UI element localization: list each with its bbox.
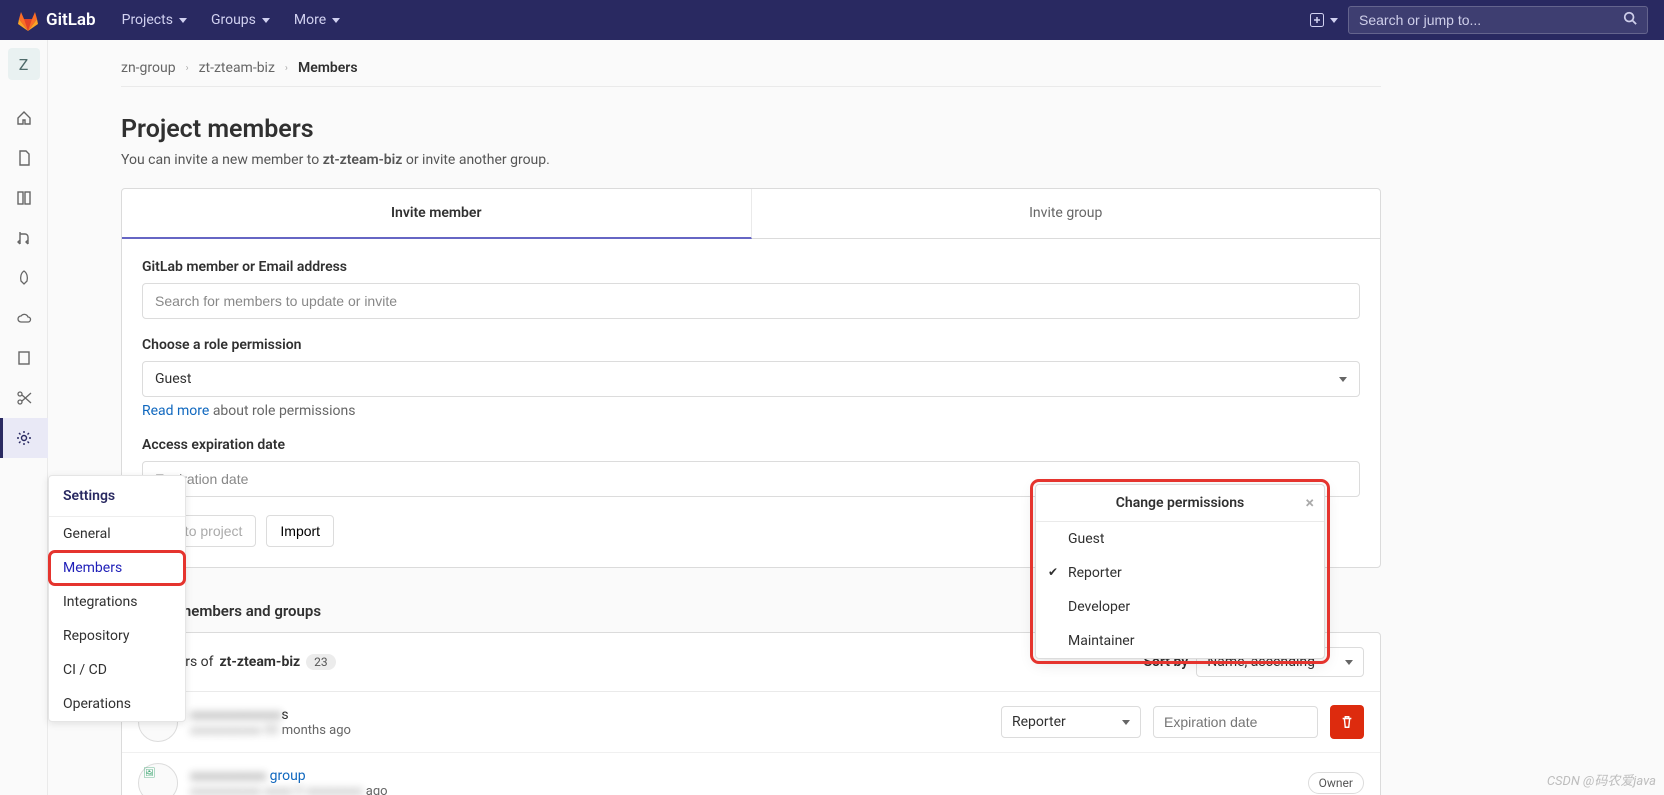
- count-badge: 23: [306, 654, 336, 670]
- watermark: CSDN @码农爱java: [1547, 770, 1656, 789]
- member-role-select[interactable]: Reporter: [1001, 706, 1141, 738]
- breadcrumb-current: Members: [298, 60, 358, 76]
- chevron-down-icon: [1122, 720, 1130, 725]
- perm-option-developer[interactable]: Developer: [1036, 590, 1324, 624]
- perm-option-guest[interactable]: Guest: [1036, 522, 1324, 556]
- readmore-link[interactable]: Read more: [142, 403, 209, 419]
- remove-member-button[interactable]: [1330, 705, 1364, 739]
- breadcrumb-item[interactable]: zt-zteam-biz: [199, 60, 275, 76]
- cloud-icon: [16, 310, 32, 326]
- flyout-item-operations[interactable]: Operations: [49, 687, 185, 721]
- member-expiration-input[interactable]: [1153, 706, 1318, 738]
- rail-wiki[interactable]: [0, 338, 48, 378]
- search-input[interactable]: [1359, 12, 1623, 28]
- gitlab-icon: [16, 8, 40, 32]
- gear-icon: [16, 430, 32, 446]
- role-select[interactable]: Guest: [142, 361, 1360, 397]
- flyout-title[interactable]: Settings: [49, 476, 185, 517]
- nav-links: Projects Groups More: [112, 6, 351, 34]
- search-icon: [1623, 11, 1637, 29]
- rail-settings[interactable]: [0, 418, 48, 458]
- tabs: Invite member Invite group: [122, 189, 1380, 239]
- close-icon[interactable]: ×: [1306, 493, 1315, 512]
- global-search[interactable]: [1348, 6, 1648, 34]
- issues-icon: [16, 190, 32, 206]
- member-row: 🖼 aaaaaaaaaa group aaaaaaaaaa aaaa 0 aaa…: [122, 753, 1380, 795]
- breadcrumbs: zn-group › zt-zteam-biz › Members: [121, 40, 1381, 87]
- member-field-label: GitLab member or Email address: [142, 259, 1360, 275]
- chevron-down-icon: [1339, 377, 1347, 382]
- home-icon: [16, 110, 32, 126]
- owner-badge: Owner: [1308, 772, 1364, 794]
- popup-title: Change permissions ×: [1036, 485, 1324, 522]
- rail-merge-requests[interactable]: [0, 218, 48, 258]
- merge-icon: [16, 230, 32, 246]
- nav-groups[interactable]: Groups: [201, 6, 280, 34]
- rail-ci-cd[interactable]: [0, 258, 48, 298]
- settings-flyout: Settings General Members Integrations Re…: [48, 475, 186, 722]
- page-title: Project members: [121, 115, 1381, 144]
- chevron-down-icon: [1330, 18, 1338, 23]
- change-permissions-popup: Change permissions × Guest Reporter Deve…: [1035, 484, 1325, 659]
- rail-repository[interactable]: [0, 138, 48, 178]
- import-button[interactable]: Import: [266, 515, 334, 547]
- flyout-item-repository[interactable]: Repository: [49, 619, 185, 653]
- new-dropdown[interactable]: [1300, 13, 1348, 27]
- page-subtitle: You can invite a new member to zt-zteam-…: [121, 152, 1381, 168]
- flyout-item-ci-cd[interactable]: CI / CD: [49, 653, 185, 687]
- readmore-line: Read more about role permissions: [142, 403, 1360, 419]
- book-icon: [16, 350, 32, 366]
- perm-option-reporter[interactable]: Reporter: [1036, 556, 1324, 590]
- group-link[interactable]: group: [270, 768, 306, 784]
- chevron-down-icon: [1345, 660, 1353, 665]
- document-icon: [16, 150, 32, 166]
- perm-option-maintainer[interactable]: Maintainer: [1036, 624, 1324, 658]
- brand-text: GitLab: [46, 10, 96, 30]
- project-avatar[interactable]: Z: [8, 48, 40, 80]
- plus-square-icon: [1310, 13, 1324, 27]
- expiration-field-label: Access expiration date: [142, 437, 1360, 453]
- chevron-down-icon: [262, 18, 270, 23]
- rocket-icon: [16, 270, 32, 286]
- tab-invite-member[interactable]: Invite member: [122, 189, 752, 239]
- scissors-icon: [16, 390, 32, 406]
- chevron-right-icon: ›: [186, 63, 189, 74]
- member-info: aaaaaaaaaaaas aaaaaaaaaa 00 months ago: [190, 707, 351, 738]
- role-select-value: Guest: [155, 371, 191, 387]
- flyout-item-general[interactable]: General: [49, 517, 185, 551]
- rail-operations[interactable]: [0, 298, 48, 338]
- main-content: zn-group › zt-zteam-biz › Members Projec…: [48, 40, 1664, 795]
- member-search-input[interactable]: [142, 283, 1360, 319]
- nav-more[interactable]: More: [284, 6, 350, 34]
- role-field-label: Choose a role permission: [142, 337, 1360, 353]
- top-nav: GitLab Projects Groups More: [0, 0, 1664, 40]
- member-info: aaaaaaaaaa group aaaaaaaaaa aaaa 0 aaaaa…: [190, 768, 388, 795]
- breadcrumb-item[interactable]: zn-group: [121, 60, 176, 76]
- chevron-right-icon: ›: [285, 63, 288, 74]
- chevron-down-icon: [179, 18, 187, 23]
- brand-logo[interactable]: GitLab: [16, 8, 96, 32]
- member-row: 🖼 aaaaaaaaaaaas aaaaaaaaaa 00 months ago…: [122, 692, 1380, 753]
- flyout-item-integrations[interactable]: Integrations: [49, 585, 185, 619]
- rail-snippets[interactable]: [0, 378, 48, 418]
- rail-issues[interactable]: [0, 178, 48, 218]
- nav-projects[interactable]: Projects: [112, 6, 197, 34]
- trash-icon: [1340, 715, 1354, 729]
- chevron-down-icon: [332, 18, 340, 23]
- flyout-item-members[interactable]: Members: [49, 551, 185, 585]
- tab-invite-group[interactable]: Invite group: [752, 189, 1381, 239]
- rail-home[interactable]: [0, 98, 48, 138]
- avatar: 🖼: [138, 763, 178, 795]
- left-rail: Z: [0, 40, 48, 795]
